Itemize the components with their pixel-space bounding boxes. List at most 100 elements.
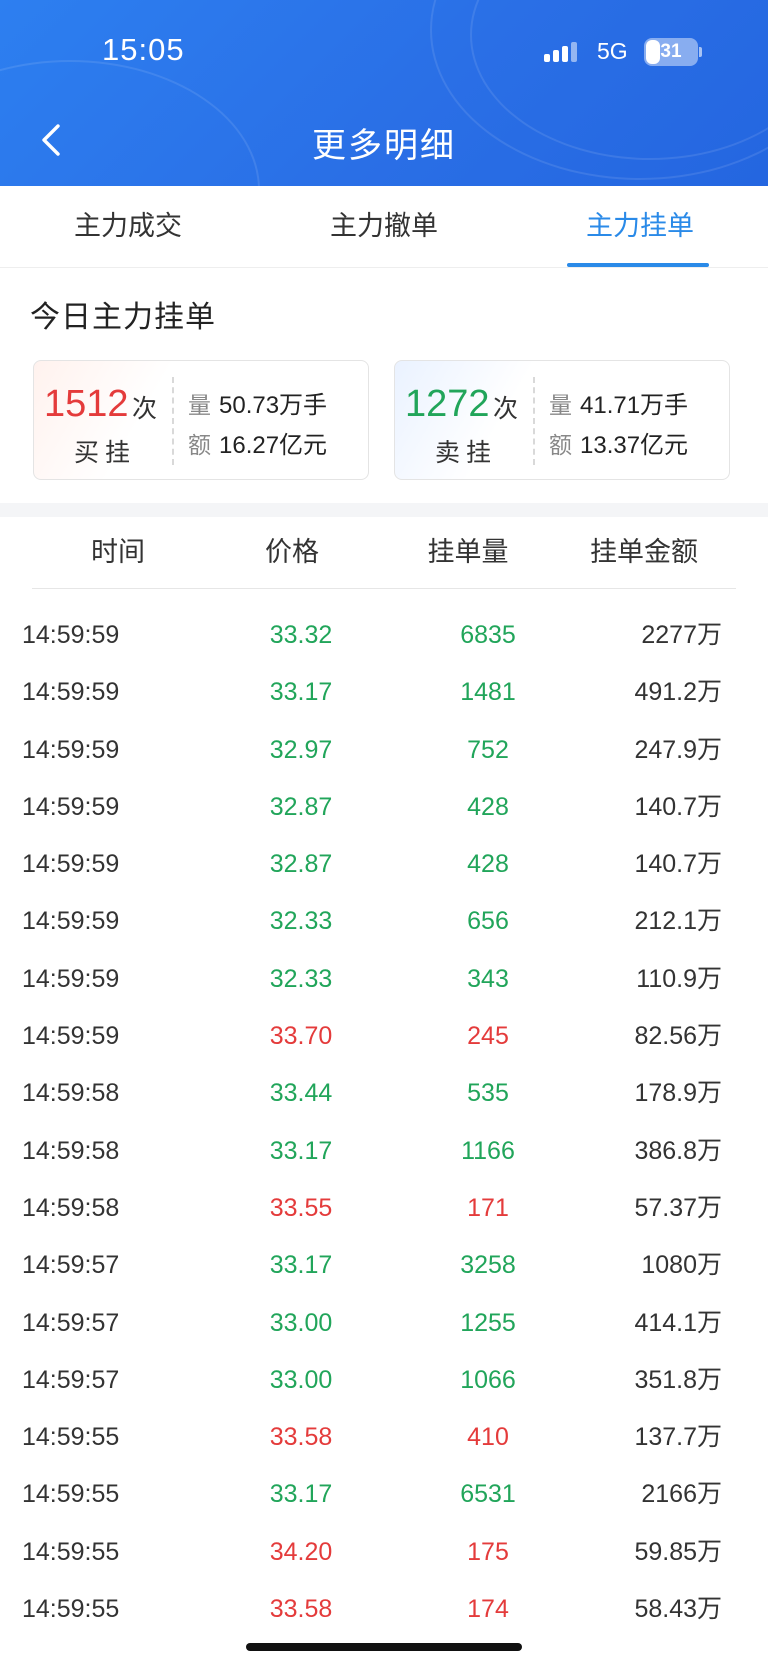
- amount-label: 额: [188, 433, 211, 459]
- cell-time: 14:59:57: [22, 1251, 120, 1280]
- table-row[interactable]: 14:59:59 33.32 6835 2277万: [0, 607, 768, 664]
- home-indicator: [246, 1643, 522, 1651]
- table-row[interactable]: 14:59:55 33.58 410 137.7万: [0, 1409, 768, 1466]
- cell-price: 32.33: [269, 964, 333, 993]
- cell-price: 33.17: [269, 1251, 333, 1280]
- cell-amount: 247.9万: [634, 735, 722, 764]
- cell-time: 14:59:58: [22, 1136, 120, 1165]
- cell-amount: 82.56万: [634, 1022, 722, 1051]
- signal-icon: [544, 40, 584, 64]
- buy-label: 买挂: [74, 438, 137, 467]
- sell-summary-card: 1272 次 卖挂 量 41.71万手 额 13.37亿元: [394, 360, 730, 480]
- cell-price: 33.55: [269, 1193, 333, 1222]
- buy-amount-line: 额 16.27亿元: [188, 425, 327, 460]
- cell-amount: 2166万: [641, 1480, 722, 1509]
- cell-amount: 212.1万: [634, 907, 722, 936]
- tab-main-orders[interactable]: 主力挂单: [512, 186, 768, 267]
- cell-time: 14:59:59: [22, 678, 120, 707]
- cell-time: 14:59:59: [22, 735, 120, 764]
- table-row[interactable]: 14:59:59 33.70 245 82.56万: [0, 1008, 768, 1065]
- cell-price: 33.44: [269, 1079, 333, 1108]
- table-row[interactable]: 14:59:59 32.97 752 247.9万: [0, 722, 768, 779]
- tab-bar: 主力成交 主力撤单 主力挂单: [0, 186, 768, 268]
- cell-price: 32.87: [269, 850, 333, 879]
- table-row[interactable]: 14:59:59 32.87 428 140.7万: [0, 836, 768, 893]
- cell-amount: 58.43万: [634, 1595, 722, 1624]
- cell-price: 33.17: [269, 1480, 333, 1509]
- cell-volume: 245: [467, 1022, 509, 1051]
- sell-volume: 41.71万手: [580, 392, 689, 419]
- table-row[interactable]: 14:59:57 33.00 1255 414.1万: [0, 1295, 768, 1352]
- network-type: 5G: [597, 38, 628, 64]
- column-header-time: 时间: [91, 537, 145, 568]
- cell-volume: 6835: [460, 621, 516, 649]
- table-row[interactable]: 14:59:58 33.55 171 57.37万: [0, 1180, 768, 1237]
- tab-main-deals[interactable]: 主力成交: [0, 186, 256, 267]
- cell-price: 33.32: [269, 621, 333, 649]
- cell-amount: 110.9万: [636, 964, 722, 993]
- cell-price: 33.17: [269, 678, 333, 707]
- cell-volume: 1066: [460, 1365, 516, 1394]
- cell-time: 14:59:58: [22, 1193, 120, 1222]
- cell-time: 14:59:55: [22, 1480, 120, 1509]
- cell-amount: 351.8万: [634, 1365, 722, 1394]
- cell-volume: 1166: [461, 1136, 515, 1165]
- section-gap: [0, 503, 768, 517]
- table-row[interactable]: 14:59:58 33.17 1166 386.8万: [0, 1123, 768, 1180]
- cell-price: 33.70: [269, 1022, 333, 1051]
- cell-time: 14:59:59: [22, 964, 120, 993]
- sell-volume-line: 量 41.71万手: [549, 385, 688, 420]
- sell-label: 卖挂: [435, 438, 498, 467]
- column-header-price: 价格: [265, 537, 319, 568]
- cell-volume: 410: [467, 1423, 509, 1452]
- table-row[interactable]: 14:59:59 32.33 656 212.1万: [0, 893, 768, 950]
- volume-label: 量: [549, 393, 572, 419]
- table-row[interactable]: 14:59:57 33.00 1066 351.8万: [0, 1352, 768, 1409]
- cell-amount: 414.1万: [634, 1308, 722, 1337]
- cell-amount: 137.7万: [634, 1423, 722, 1452]
- table-row[interactable]: 14:59:55 33.17 6531 2166万: [0, 1466, 768, 1523]
- cell-price: 33.17: [269, 1136, 333, 1165]
- cell-time: 14:59:58: [22, 1079, 120, 1108]
- volume-label: 量: [188, 393, 211, 419]
- sell-count: 1272: [405, 383, 490, 425]
- cell-volume: 1255: [460, 1308, 516, 1337]
- sell-amount-line: 额 13.37亿元: [549, 425, 688, 460]
- order-list[interactable]: 14:59:59 33.32 6835 2277万 14:59:59 33.17 1481 4…: [0, 607, 768, 1638]
- cell-volume: 656: [467, 907, 509, 936]
- card-divider: [533, 377, 535, 465]
- sell-count-unit: 次: [493, 394, 519, 423]
- cell-price: 32.33: [269, 907, 333, 936]
- cell-price: 33.58: [269, 1423, 333, 1452]
- cell-amount: 491.2万: [634, 678, 722, 707]
- table-row[interactable]: 14:59:59 32.87 428 140.7万: [0, 779, 768, 836]
- table-row[interactable]: 14:59:58 33.44 535 178.9万: [0, 1065, 768, 1122]
- cell-time: 14:59:59: [22, 907, 120, 936]
- table-row[interactable]: 14:59:55 34.20 175 59.85万: [0, 1524, 768, 1581]
- cell-volume: 752: [467, 735, 509, 764]
- tab-main-cancel[interactable]: 主力撤单: [256, 186, 512, 267]
- cell-volume: 174: [467, 1595, 509, 1624]
- table-row[interactable]: 14:59:55 33.58 174 58.43万: [0, 1581, 768, 1638]
- cell-amount: 2277万: [641, 621, 722, 649]
- cell-amount: 140.7万: [634, 850, 722, 879]
- buy-count-unit: 次: [132, 394, 158, 423]
- cell-time: 14:59:55: [22, 1595, 120, 1624]
- cell-volume: 3258: [460, 1251, 516, 1280]
- cell-time: 14:59:59: [22, 850, 120, 879]
- cell-volume: 6531: [460, 1480, 516, 1509]
- table-row[interactable]: 14:59:59 33.17 1481 491.2万: [0, 664, 768, 721]
- card-divider: [172, 377, 174, 465]
- cell-price: 33.00: [269, 1365, 333, 1394]
- amount-label: 额: [549, 433, 572, 459]
- column-header-volume: 挂单量: [427, 537, 509, 568]
- cell-volume: 1481: [460, 678, 516, 707]
- table-row[interactable]: 14:59:59 32.33 343 110.9万: [0, 951, 768, 1008]
- table-row[interactable]: 14:59:57 33.17 3258 1080万: [0, 1237, 768, 1294]
- cell-price: 32.87: [269, 792, 333, 821]
- cell-volume: 428: [467, 792, 509, 821]
- cell-time: 14:59:59: [22, 1022, 120, 1051]
- cell-volume: 535: [467, 1079, 509, 1108]
- cell-volume: 428: [467, 850, 509, 879]
- cell-amount: 1080万: [641, 1251, 722, 1280]
